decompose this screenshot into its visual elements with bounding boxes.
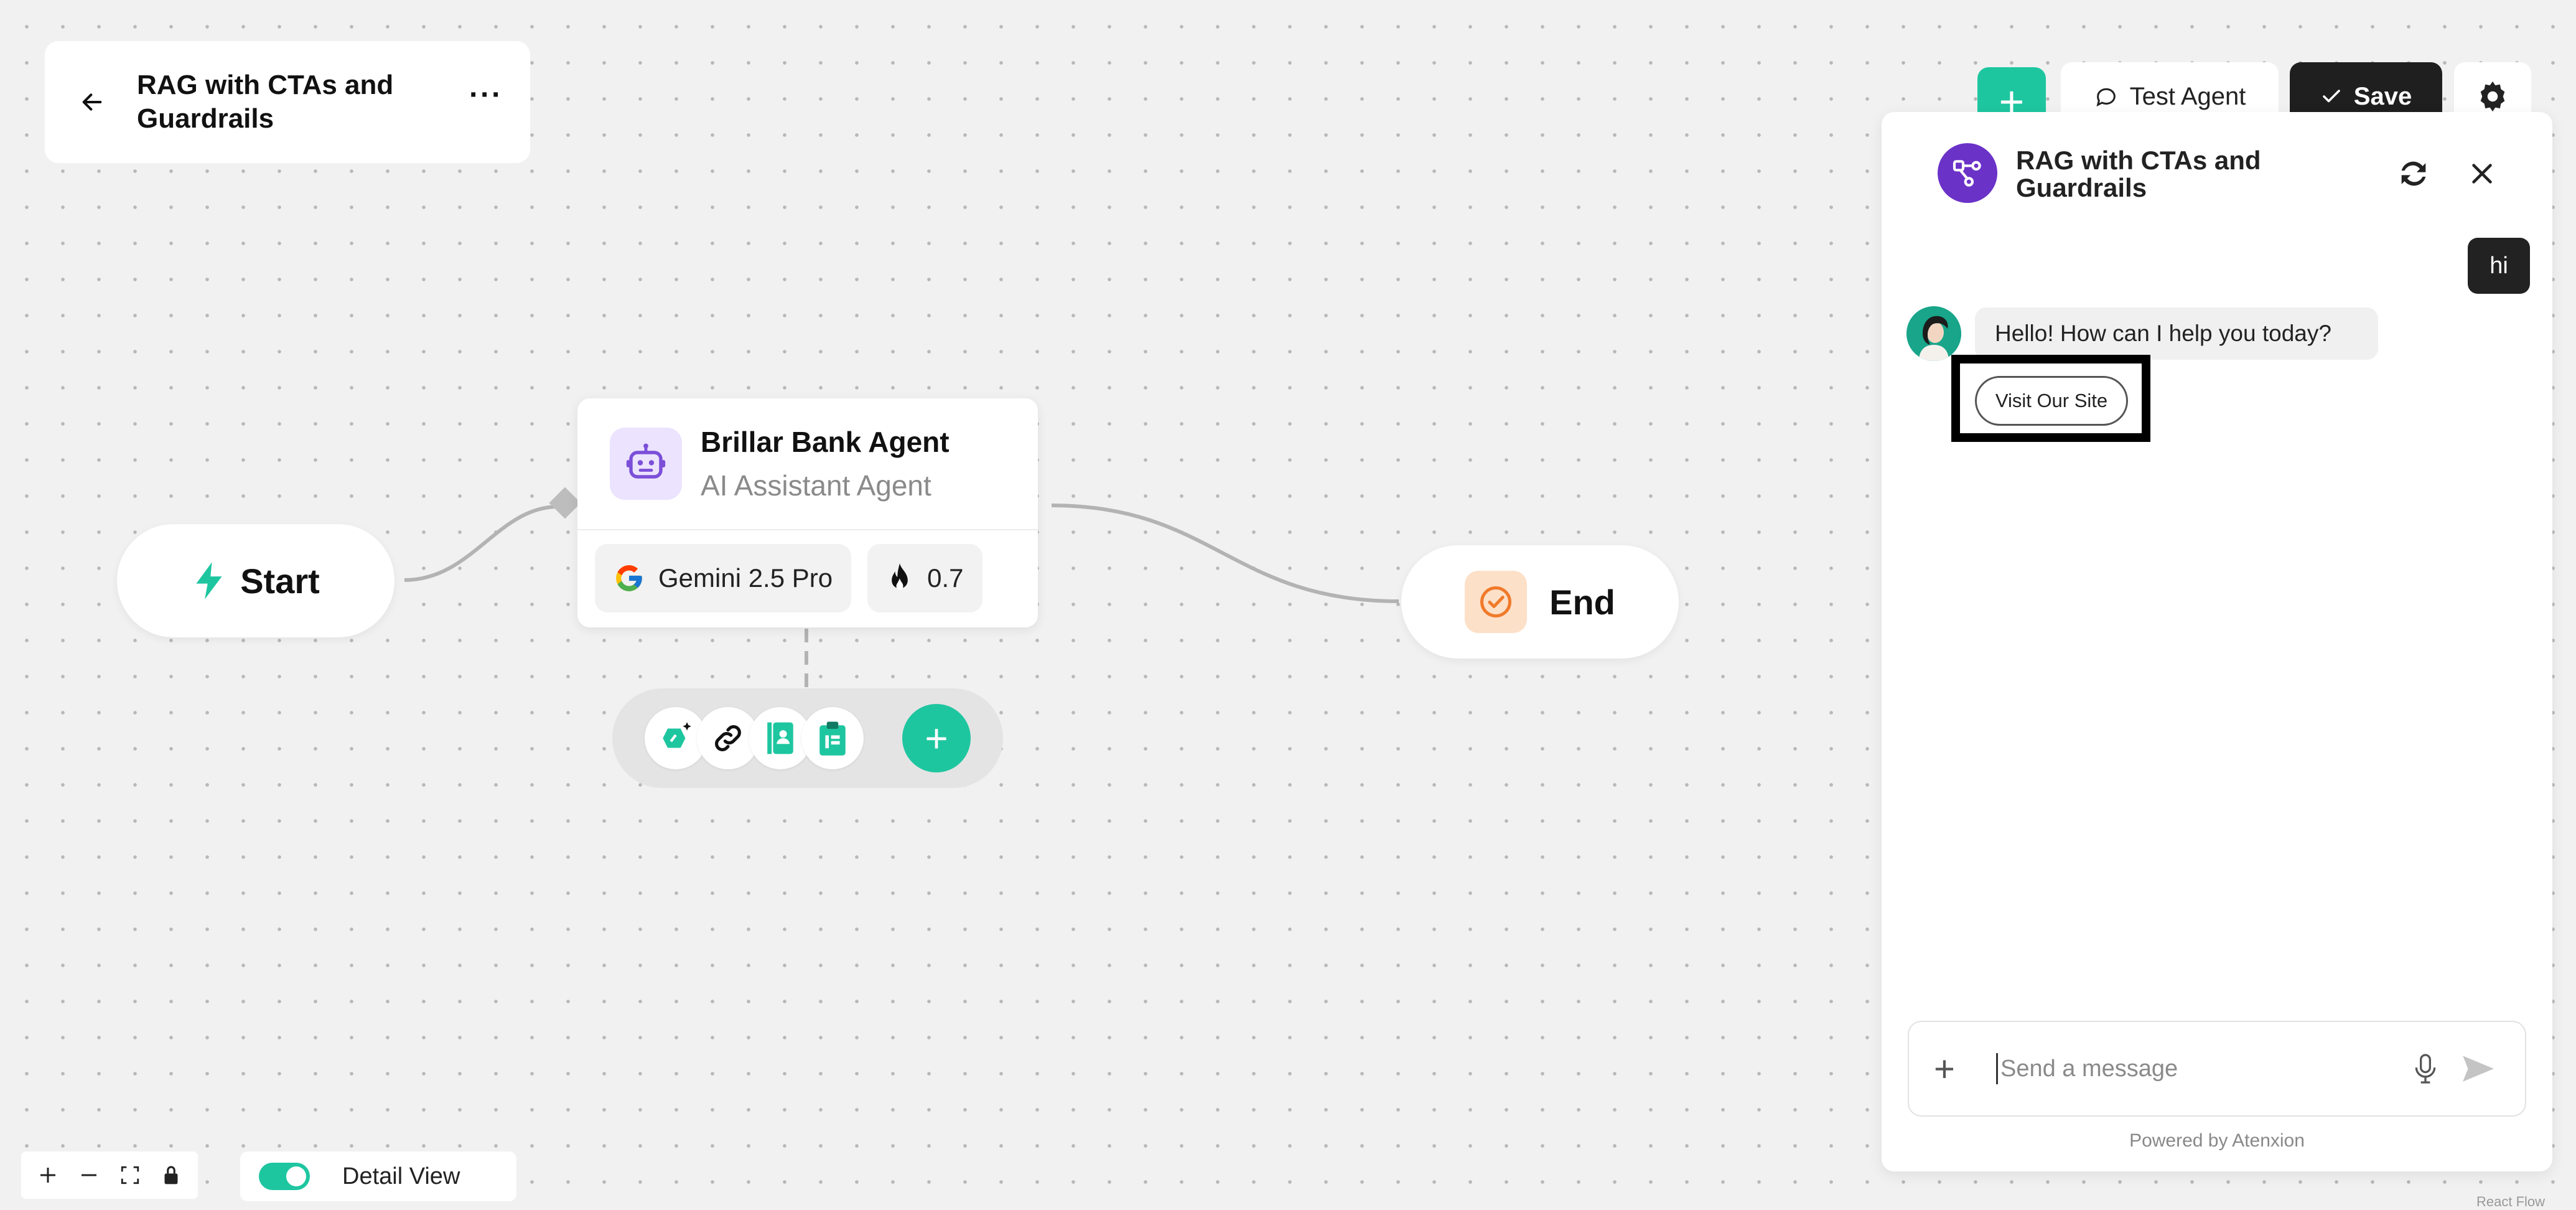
link-icon [715,725,741,751]
user-message: hi [2468,238,2530,294]
powered-by-text: Powered by Atenxion [2129,1130,2305,1151]
refresh-chat-button[interactable] [2392,152,2435,195]
check-icon [2322,90,2340,103]
arrow-left-icon [82,93,102,111]
attach-button[interactable]: + [1934,1048,1971,1090]
chat-agent-avatar [1938,143,1997,203]
microphone-button[interactable] [2407,1050,2444,1087]
gear-icon [2480,81,2505,112]
more-horizontal-icon: ··· [469,78,503,111]
chat-bubble-icon [2096,88,2116,107]
message-input[interactable] [1996,1053,2394,1084]
visit-our-site-button[interactable]: Visit Our Site [1975,376,2128,426]
lock-icon [164,1166,178,1184]
model-chip-label: Gemini 2.5 Pro [658,563,833,593]
edge-agent-end[interactable] [1051,504,1399,603]
agent-node-name: Brillar Bank Agent [701,426,950,458]
model-chip[interactable]: Gemini 2.5 Pro [595,544,852,612]
workflow-title-card: RAG with CTAs and Guardrails ··· [45,41,530,163]
chat-title: RAG with CTAs and Guardrails [2016,146,2261,202]
microphone-icon [2415,1054,2436,1084]
send-button[interactable] [2457,1050,2500,1087]
react-flow-attribution[interactable]: React Flow [2476,1194,2545,1210]
clipboard-icon [819,721,846,756]
edge-start-agent[interactable] [404,504,561,582]
contact-book-icon [767,722,793,754]
more-options-button[interactable]: ··· [469,78,503,127]
plus-icon [40,1168,55,1183]
chat-input-bar: + [1908,1021,2526,1117]
save-label: Save [2353,82,2412,110]
lightning-icon [196,562,222,599]
test-agent-label: Test Agent [2129,82,2246,110]
agent-node-header: Brillar Bank Agent AI Assistant Agent [577,398,1038,530]
zoom-out-button[interactable] [70,1156,108,1194]
robot-icon [610,428,682,500]
tool-clipboard[interactable] [801,707,864,769]
agent-tools-bar: + [612,688,1003,788]
test-chat-panel: RAG with CTAs and Guardrails hi Hello! H… [1882,112,2552,1171]
send-icon [2463,1056,2494,1082]
detail-view-toggle[interactable] [259,1163,310,1190]
start-node-label: Start [240,561,320,601]
back-button[interactable] [72,82,112,122]
start-node[interactable]: Start [117,524,394,637]
add-tool-button[interactable]: + [902,704,971,772]
temperature-chip[interactable]: 0.7 [867,544,982,612]
flame-icon [892,563,908,590]
agent-input-handle[interactable] [549,487,581,519]
fullscreen-icon [121,1166,139,1184]
workflow-title: RAG with CTAs and Guardrails [137,70,394,134]
plus-icon: + [925,716,948,761]
ai-sparkle-icon [663,722,691,748]
lock-button[interactable] [152,1156,190,1194]
agent-node-footer: Gemini 2.5 Pro 0.7 [577,530,1038,626]
temperature-chip-label: 0.7 [927,563,964,593]
fit-view-button[interactable] [111,1156,149,1194]
detail-view-control: Detail View [240,1151,516,1201]
bot-avatar [1906,306,1961,361]
google-icon [616,565,642,591]
detail-view-label: Detail View [342,1163,460,1189]
agent-node-subtitle: AI Assistant Agent [701,469,931,502]
agent-node[interactable]: Brillar Bank Agent AI Assistant Agent Ge… [577,398,1038,627]
canvas-controls [21,1151,198,1199]
end-node-label: End [1549,582,1615,622]
bot-message: Hello! How can I help you today? [1975,307,2378,360]
close-chat-button[interactable] [2460,152,2504,195]
end-node[interactable]: End [1401,545,1679,659]
check-circle-icon [1465,571,1528,633]
minus-icon [82,1174,96,1176]
close-icon [2472,164,2492,184]
workflow-nodes-icon [1953,160,1981,187]
refresh-icon [2401,161,2426,186]
zoom-in-button[interactable] [29,1156,67,1194]
